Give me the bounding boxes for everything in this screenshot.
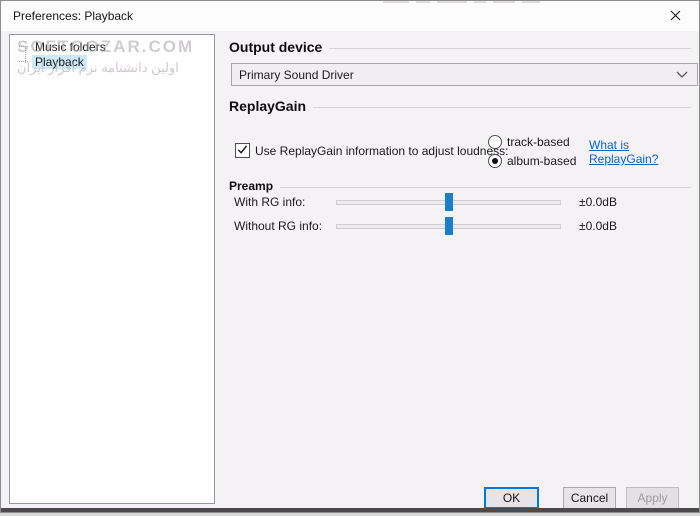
cancel-button[interactable]: Cancel <box>563 487 616 509</box>
sidebar-item-label: Playback <box>32 55 87 69</box>
preamp-heading: Preamp <box>229 179 273 193</box>
section-rule <box>280 187 691 188</box>
tree-connector-line <box>25 46 26 63</box>
replaygain-checkbox[interactable] <box>235 143 250 158</box>
close-button[interactable] <box>659 5 691 27</box>
preamp-row-value: ±0.0dB <box>579 219 617 233</box>
preamp-without-rg-slider[interactable] <box>336 217 561 235</box>
output-device-section-header: Output device <box>229 39 691 55</box>
replaygain-checkbox-label[interactable]: Use ReplayGain information to adjust lou… <box>255 144 508 158</box>
radio-album-based[interactable]: album-based <box>488 154 576 168</box>
slider-thumb[interactable] <box>445 193 453 211</box>
titlebar[interactable]: Preferences: Playback <box>1 1 699 31</box>
preamp-with-rg-slider[interactable] <box>336 193 561 211</box>
playback-settings-panel: Output device Primary Sound Driver Repla… <box>229 37 691 477</box>
window-bottom-border <box>1 508 699 512</box>
window-title: Preferences: Playback <box>13 9 133 23</box>
radio-selected-icon <box>488 154 502 168</box>
chevron-down-icon <box>676 71 688 79</box>
sidebar-item-playback[interactable]: Playback <box>10 54 214 69</box>
preamp-row-label: Without RG info: <box>234 219 336 233</box>
preferences-tree: Music folders Playback <box>10 35 214 69</box>
tree-connector <box>19 46 28 47</box>
preamp-row-with-rg: With RG info: ±0.0dB <box>234 192 691 212</box>
section-rule <box>329 48 691 49</box>
preamp-row-label: With RG info: <box>234 195 336 209</box>
output-device-heading: Output device <box>229 39 322 55</box>
radio-track-based[interactable]: track-based <box>488 135 570 149</box>
preferences-tree-panel: Music folders Playback <box>9 34 215 504</box>
sidebar-item-label: Music folders <box>32 40 109 54</box>
apply-button: Apply <box>626 487 679 509</box>
what-is-replaygain-link[interactable]: What is ReplayGain? <box>589 138 665 166</box>
preamp-row-value: ±0.0dB <box>579 195 617 209</box>
preamp-row-without-rg: Without RG info: ±0.0dB <box>234 216 691 236</box>
slider-thumb[interactable] <box>445 217 453 235</box>
radio-track-label: track-based <box>507 135 570 149</box>
radio-icon <box>488 135 502 149</box>
preferences-dialog: Preferences: Playback Music folders Play… <box>0 0 700 513</box>
section-rule <box>313 107 691 108</box>
replaygain-section-header: ReplayGain <box>229 98 691 114</box>
sidebar-item-music-folders[interactable]: Music folders <box>10 39 214 54</box>
close-icon <box>670 9 681 24</box>
tree-connector <box>19 61 28 62</box>
checkmark-icon <box>237 144 248 158</box>
watermark-fragment <box>383 1 573 4</box>
ok-button[interactable]: OK <box>484 487 539 509</box>
radio-album-label: album-based <box>507 154 576 168</box>
replaygain-heading: ReplayGain <box>229 98 306 114</box>
preamp-section-header: Preamp <box>229 179 691 193</box>
output-device-select[interactable]: Primary Sound Driver <box>231 63 698 86</box>
output-device-selected-option: Primary Sound Driver <box>239 68 676 82</box>
